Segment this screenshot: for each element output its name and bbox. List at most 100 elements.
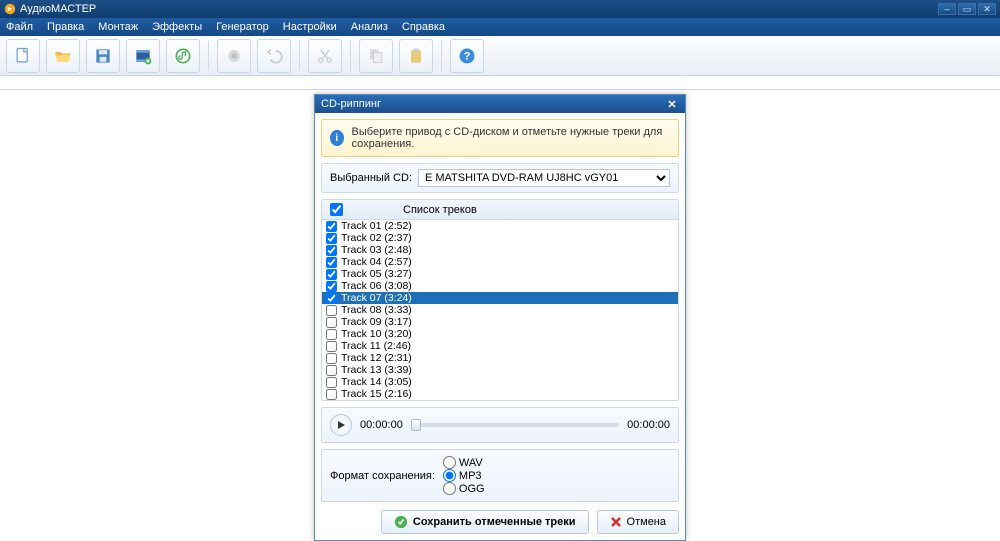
track-label: Track 07 (3:24) (341, 292, 412, 304)
track-label: Track 14 (3:05) (341, 376, 412, 388)
toolbar-separator (299, 41, 300, 71)
menu-файл[interactable]: Файл (6, 21, 33, 33)
player-slider[interactable] (411, 423, 619, 427)
track-row[interactable]: Track 14 (3:05) (322, 376, 678, 388)
cut-button[interactable] (308, 39, 342, 73)
app-title: АудиоМАСТЕР (20, 3, 938, 15)
track-label: Track 02 (2:37) (341, 232, 412, 244)
track-checkbox[interactable] (326, 305, 337, 316)
tracks-list[interactable]: Track 01 (2:52)Track 02 (2:37)Track 03 (… (322, 220, 678, 400)
track-row[interactable]: Track 13 (3:39) (322, 364, 678, 376)
close-button[interactable]: ✕ (978, 3, 996, 15)
track-row[interactable]: Track 15 (2:16) (322, 388, 678, 400)
tracks-header: Список треков (322, 200, 678, 220)
music-button[interactable] (166, 39, 200, 73)
toolbar: ? (0, 36, 1000, 76)
track-label: Track 09 (3:17) (341, 316, 412, 328)
track-checkbox[interactable] (326, 377, 337, 388)
track-row[interactable]: Track 02 (2:37) (322, 232, 678, 244)
track-row[interactable]: Track 04 (2:57) (322, 256, 678, 268)
track-label: Track 11 (2:46) (341, 340, 411, 352)
toolbar-separator (208, 41, 209, 71)
track-row[interactable]: Track 05 (3:27) (322, 268, 678, 280)
player-duration: 00:00:00 (627, 419, 670, 431)
track-row[interactable]: Track 01 (2:52) (322, 220, 678, 232)
track-row[interactable]: Track 10 (3:20) (322, 328, 678, 340)
cd-ripping-dialog: CD-риппинг ✕ i Выберите привод с CD-диск… (314, 94, 686, 541)
format-radio[interactable] (443, 456, 456, 469)
menu-генератор[interactable]: Генератор (216, 21, 269, 33)
format-option-wav[interactable]: WAV (443, 456, 485, 469)
save-button[interactable] (86, 39, 120, 73)
format-option-mp3[interactable]: MP3 (443, 469, 485, 482)
track-checkbox[interactable] (326, 353, 337, 364)
cancel-button[interactable]: Отмена (597, 510, 679, 534)
track-label: Track 05 (3:27) (341, 268, 412, 280)
track-row[interactable]: Track 11 (2:46) (322, 340, 678, 352)
paste-button[interactable] (399, 39, 433, 73)
menu-настройки[interactable]: Настройки (283, 21, 337, 33)
track-checkbox[interactable] (326, 365, 337, 376)
save-tracks-button[interactable]: Сохранить отмеченные треки (381, 510, 589, 534)
player-position: 00:00:00 (360, 419, 403, 431)
cancel-label: Отмена (627, 516, 666, 528)
minimize-button[interactable]: – (938, 3, 956, 15)
maximize-button[interactable]: ▭ (958, 3, 976, 15)
play-button[interactable] (330, 414, 352, 436)
toolbar-separator (350, 41, 351, 71)
track-row[interactable]: Track 03 (2:48) (322, 244, 678, 256)
toolbar-separator (441, 41, 442, 71)
new-button[interactable] (6, 39, 40, 73)
save-icon (394, 515, 408, 529)
menu-правка[interactable]: Правка (47, 21, 84, 33)
menu-анализ[interactable]: Анализ (351, 21, 388, 33)
format-label: Формат сохранения: (330, 470, 435, 482)
track-row[interactable]: Track 12 (2:31) (322, 352, 678, 364)
dialog-title: CD-риппинг (321, 98, 665, 110)
track-label: Track 12 (2:31) (341, 352, 412, 364)
info-panel: i Выберите привод с CD-диском и отметьте… (321, 119, 679, 157)
track-row[interactable]: Track 09 (3:17) (322, 316, 678, 328)
format-radio[interactable] (443, 482, 456, 495)
track-checkbox[interactable] (326, 257, 337, 268)
track-checkbox[interactable] (326, 389, 337, 400)
dialog-title-bar[interactable]: CD-риппинг ✕ (315, 95, 685, 113)
track-checkbox[interactable] (326, 221, 337, 232)
undo-button[interactable] (257, 39, 291, 73)
tracks-header-label: Список треков (403, 204, 477, 216)
dialog-close-button[interactable]: ✕ (665, 97, 679, 111)
menu-справка[interactable]: Справка (402, 21, 445, 33)
track-label: Track 10 (3:20) (341, 328, 412, 340)
track-label: Track 04 (2:57) (341, 256, 412, 268)
copy-button[interactable] (359, 39, 393, 73)
slider-handle[interactable] (411, 419, 421, 431)
track-checkbox[interactable] (326, 293, 337, 304)
video-button[interactable] (126, 39, 160, 73)
track-label: Track 06 (3:08) (341, 280, 412, 292)
track-checkbox[interactable] (326, 329, 337, 340)
track-checkbox[interactable] (326, 317, 337, 328)
open-button[interactable] (46, 39, 80, 73)
track-checkbox[interactable] (326, 245, 337, 256)
format-radio[interactable] (443, 469, 456, 482)
help-button[interactable]: ? (450, 39, 484, 73)
track-checkbox[interactable] (326, 233, 337, 244)
record-button[interactable] (217, 39, 251, 73)
track-row[interactable]: Track 07 (3:24) (322, 292, 678, 304)
track-checkbox[interactable] (326, 269, 337, 280)
track-checkbox[interactable] (326, 281, 337, 292)
menu-bar: Файл Правка Монтаж Эффекты Генератор Настройк… (0, 18, 1000, 36)
menu-монтаж[interactable]: Монтаж (98, 21, 138, 33)
format-option-ogg[interactable]: OGG (443, 482, 485, 495)
drive-select[interactable]: E MATSHITA DVD-RAM UJ8HC vGY01 (418, 169, 670, 187)
track-checkbox[interactable] (326, 341, 337, 352)
track-row[interactable]: Track 08 (3:33) (322, 304, 678, 316)
svg-text:?: ? (464, 50, 471, 62)
select-all-checkbox[interactable] (330, 203, 343, 216)
drive-label: Выбранный CD: (330, 172, 412, 184)
track-label: Track 03 (2:48) (341, 244, 412, 256)
drive-select-panel: Выбранный CD: E MATSHITA DVD-RAM UJ8HC v… (321, 163, 679, 193)
track-row[interactable]: Track 06 (3:08) (322, 280, 678, 292)
format-panel: Формат сохранения: WAV MP3 OGG (321, 449, 679, 502)
menu-эффекты[interactable]: Эффекты (152, 21, 202, 33)
